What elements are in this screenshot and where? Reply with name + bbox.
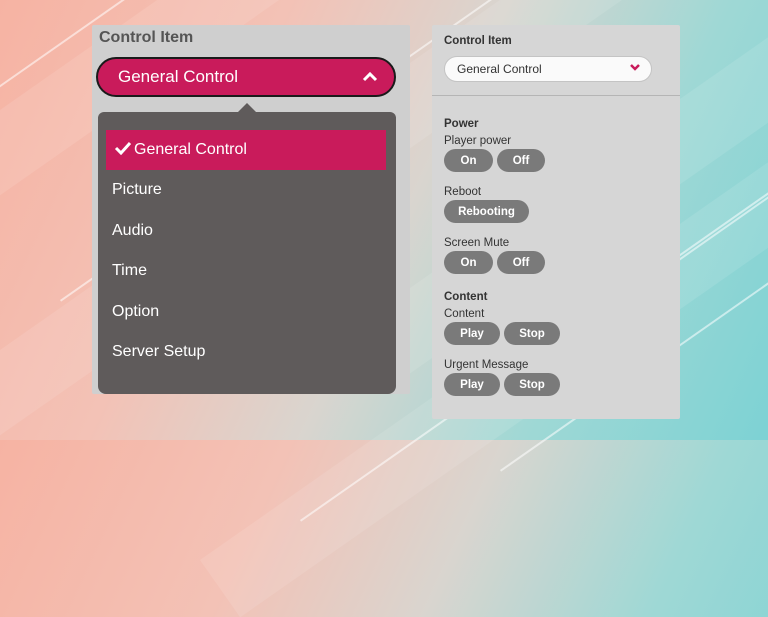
- dropdown-option-time[interactable]: Time: [112, 262, 147, 280]
- divider: [432, 95, 680, 96]
- label-screen-mute: Screen Mute: [444, 237, 510, 249]
- panel-title: Control Item: [444, 35, 512, 47]
- dropdown-option-label: General Control: [134, 141, 247, 158]
- dropdown-option-audio[interactable]: Audio: [112, 222, 153, 240]
- urgent-play-button[interactable]: Play: [444, 373, 500, 396]
- content-play-button[interactable]: Play: [444, 322, 500, 345]
- label-player-power: Player power: [444, 135, 512, 147]
- label-content: Content: [444, 308, 485, 320]
- chevron-up-icon: [362, 70, 378, 86]
- control-panel: Control Item General Control Power Playe…: [432, 25, 680, 419]
- player-power-off-button[interactable]: Off: [497, 149, 545, 172]
- player-power-on-button[interactable]: On: [444, 149, 493, 172]
- section-heading-power: Power: [444, 118, 479, 130]
- control-item-select-open[interactable]: General Control: [96, 57, 396, 97]
- chevron-down-icon: [629, 62, 641, 75]
- zoom-title: Control Item: [99, 29, 194, 46]
- dropdown-option-picture[interactable]: Picture: [112, 181, 162, 199]
- screen-mute-off-button[interactable]: Off: [497, 251, 545, 274]
- dropdown-option-option[interactable]: Option: [112, 303, 159, 321]
- urgent-stop-button[interactable]: Stop: [504, 373, 560, 396]
- content-stop-button[interactable]: Stop: [504, 322, 560, 345]
- screen-mute-on-button[interactable]: On: [444, 251, 493, 274]
- control-item-dropdown-list: General Control Picture Audio Time Optio…: [98, 103, 396, 394]
- rebooting-button[interactable]: Rebooting: [444, 200, 529, 223]
- section-heading-content: Content: [444, 291, 488, 303]
- label-reboot: Reboot: [444, 186, 482, 198]
- select-value: General Control: [118, 67, 239, 86]
- control-item-select[interactable]: General Control: [444, 56, 652, 82]
- zoomed-control-item-panel: Control Item General Control General Con…: [92, 25, 410, 394]
- label-urgent-message: Urgent Message: [444, 359, 529, 371]
- check-icon: [114, 140, 132, 160]
- dropdown-option-general-control[interactable]: General Control: [106, 130, 386, 170]
- select-value: General Control: [457, 62, 542, 76]
- dropdown-option-server-setup[interactable]: Server Setup: [112, 343, 205, 361]
